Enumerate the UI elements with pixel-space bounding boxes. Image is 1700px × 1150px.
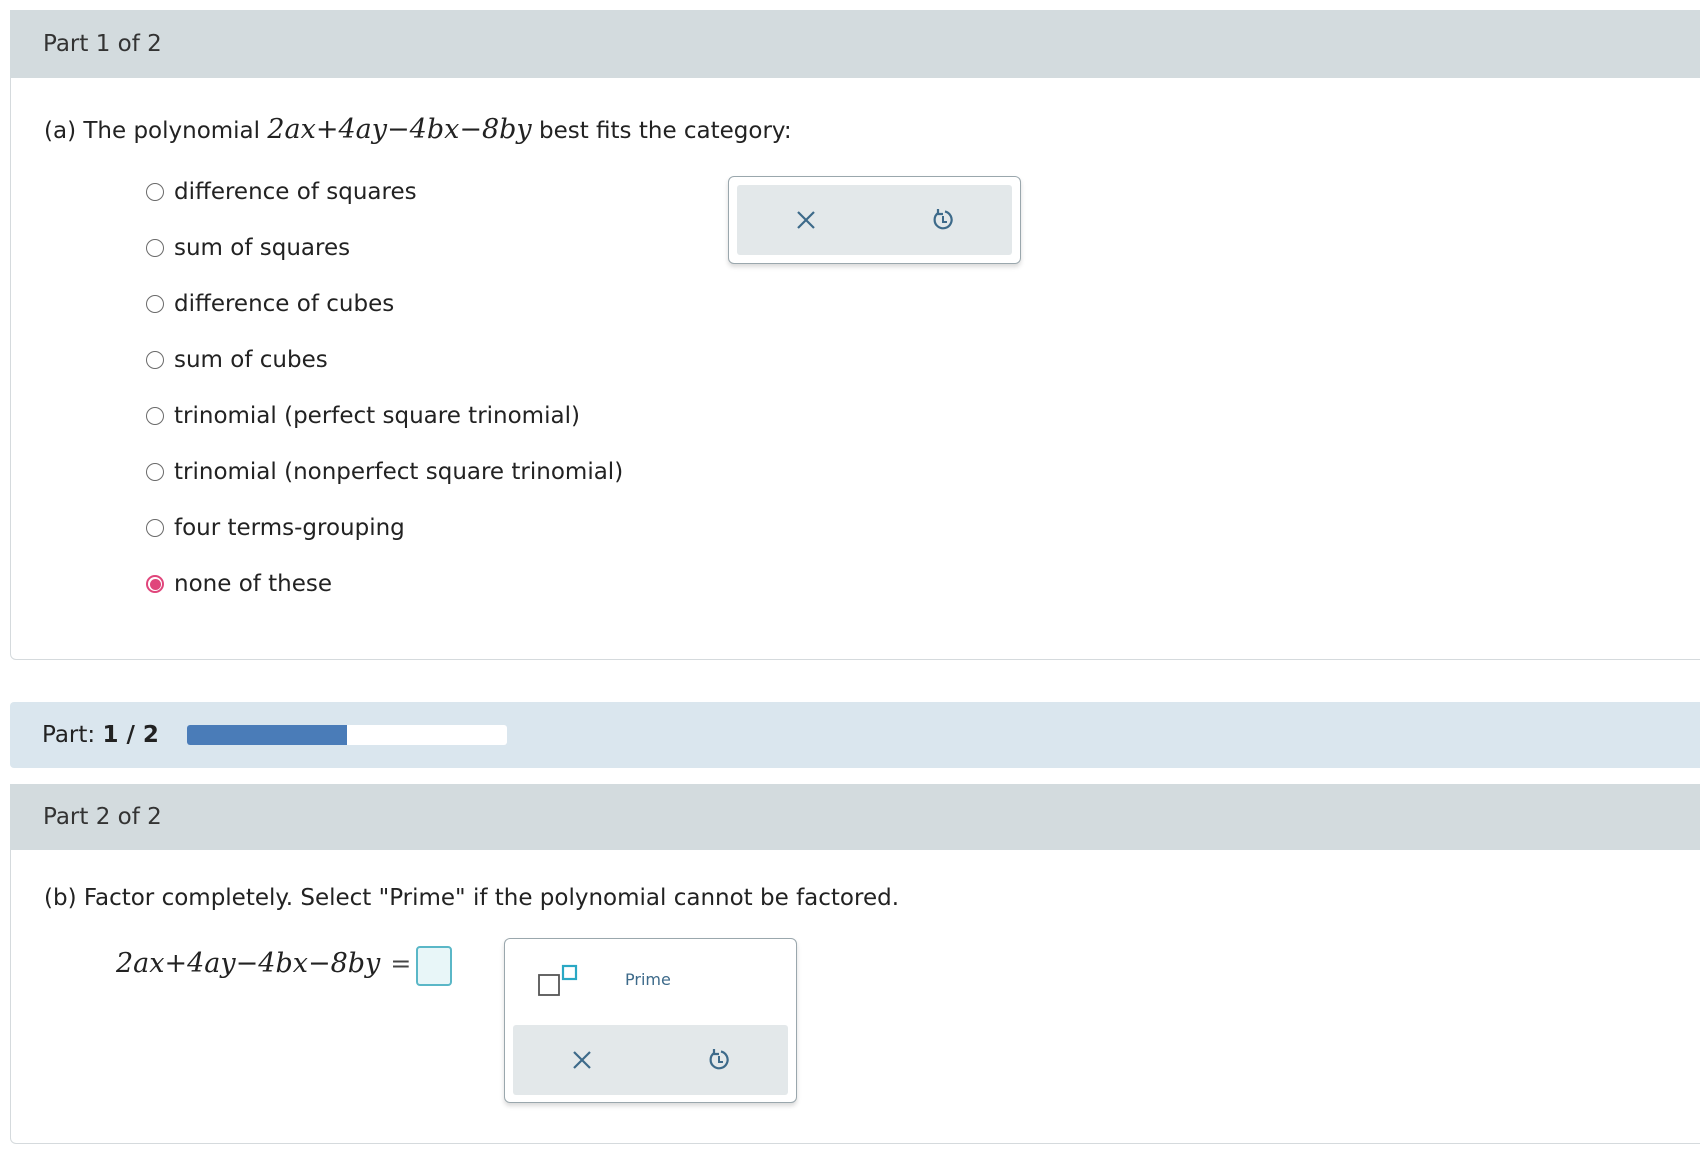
answer-input[interactable]	[416, 946, 452, 986]
progress-track	[186, 725, 507, 745]
radio-button[interactable]	[146, 463, 164, 481]
radio-button[interactable]	[146, 295, 164, 313]
option-label: none of these	[174, 571, 333, 597]
question-prefix: (a) The polynomial	[44, 118, 268, 144]
question-suffix: best fits the category:	[531, 118, 792, 144]
part2-title: Part 2 of 2	[10, 784, 1700, 850]
option-5[interactable]: trinomial (nonperfect square trinomial)	[146, 459, 623, 485]
progress-current: 1	[102, 722, 119, 748]
progress-separator: /	[126, 722, 135, 748]
clear-button-part2[interactable]	[562, 1040, 602, 1080]
close-icon	[796, 211, 815, 229]
option-1[interactable]: sum of squares	[146, 235, 350, 261]
progress-prefix: Part:	[42, 722, 96, 748]
part2-toolbox: Prime	[504, 938, 797, 1103]
option-label: four terms-grouping	[174, 515, 405, 541]
undo-icon	[709, 1049, 729, 1070]
option-7[interactable]: none of these	[146, 571, 332, 597]
radio-button[interactable]	[146, 351, 164, 369]
prime-button[interactable]: Prime	[625, 970, 671, 989]
part1-card: (a) The polynomial 2ax+4ay−4bx−8by best …	[10, 78, 1700, 660]
radio-button[interactable]	[146, 239, 164, 257]
option-label: difference of squares	[174, 179, 417, 205]
reset-button-part2[interactable]	[699, 1040, 739, 1080]
progress-total: 2	[142, 722, 159, 748]
option-4[interactable]: trinomial (perfect square trinomial)	[146, 403, 580, 429]
part2-question: (b) Factor completely. Select "Prime" if…	[44, 885, 900, 911]
option-label: difference of cubes	[174, 291, 395, 317]
reset-button[interactable]	[923, 200, 963, 240]
clear-button[interactable]	[786, 200, 826, 240]
option-label: trinomial (perfect square trinomial)	[174, 403, 580, 429]
part1-question: (a) The polynomial 2ax+4ay−4bx−8by best …	[44, 114, 792, 145]
option-2[interactable]: difference of cubes	[146, 291, 394, 317]
part2-polynomial: 2ax+4ay−4bx−8by	[116, 948, 381, 979]
part2-tool-row	[513, 1025, 788, 1095]
undo-icon	[933, 209, 953, 230]
part2-header: Part 2 of 2	[10, 784, 1700, 850]
radio-button[interactable]	[146, 519, 164, 537]
option-3[interactable]: sum of cubes	[146, 347, 328, 373]
option-label: trinomial (nonperfect square trinomial)	[174, 459, 624, 485]
equals-sign: =	[390, 949, 412, 978]
option-label: sum of cubes	[174, 347, 328, 373]
option-6[interactable]: four terms-grouping	[146, 515, 405, 541]
option-0[interactable]: difference of squares	[146, 179, 417, 205]
polynomial-expression: 2ax+4ay−4bx−8by	[267, 114, 532, 145]
part1-header: Part 1 of 2	[10, 10, 1700, 78]
radio-button[interactable]	[146, 575, 164, 593]
radio-button[interactable]	[146, 183, 164, 201]
part1-title: Part 1 of 2	[10, 10, 1700, 78]
progress-label: Part: 1 / 2	[42, 722, 159, 748]
part2-card: (b) Factor completely. Select "Prime" if…	[10, 850, 1700, 1144]
close-icon	[572, 1051, 591, 1069]
option-label: sum of squares	[174, 235, 351, 261]
exponent-template-icon	[538, 964, 578, 996]
progress-panel: Part: 1 / 2	[10, 702, 1700, 768]
exponent-button[interactable]	[533, 957, 581, 1005]
progress-fill	[186, 725, 347, 745]
radio-button[interactable]	[146, 407, 164, 425]
part1-tool-row	[737, 185, 1012, 255]
equation-row: 2ax+4ay−4bx−8by =	[116, 948, 421, 979]
part1-toolbox	[728, 176, 1021, 264]
progress-count: 1 / 2	[102, 722, 158, 748]
